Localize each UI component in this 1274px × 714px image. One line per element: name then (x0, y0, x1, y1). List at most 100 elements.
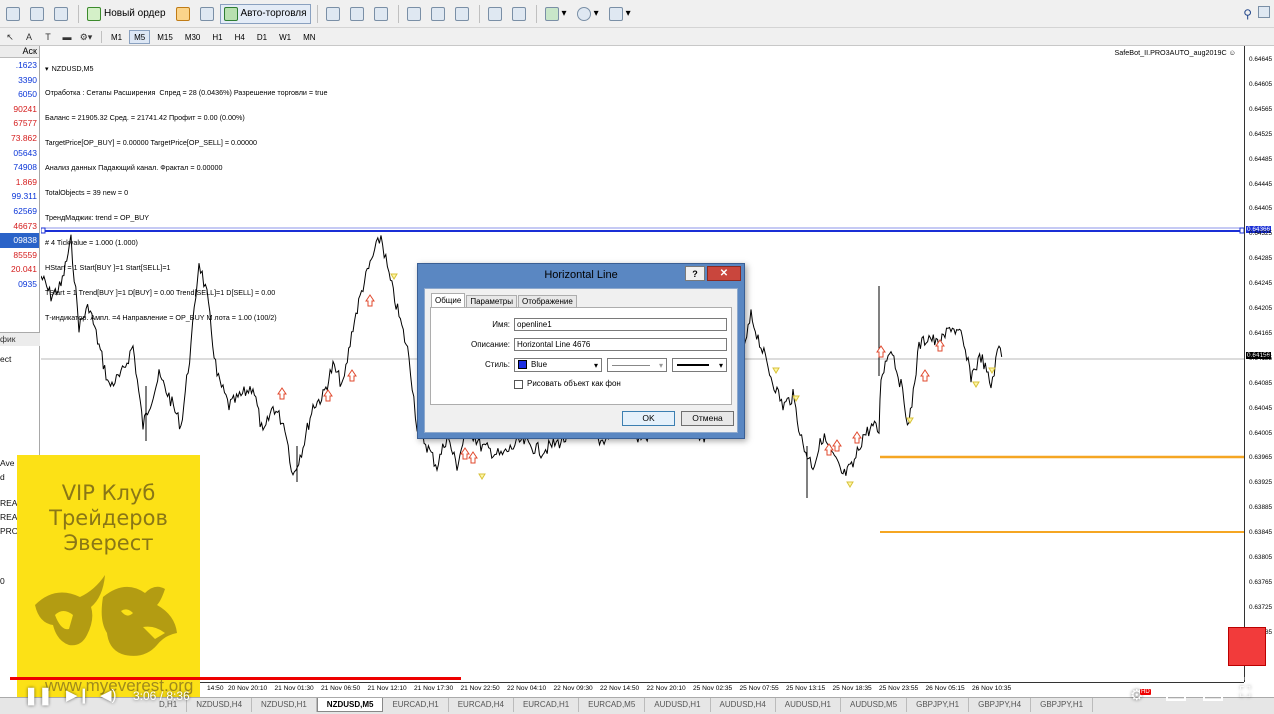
chart-tab[interactable]: NZDUSD,H1 (252, 698, 317, 712)
chart-tab[interactable]: EURCAD,M5 (579, 698, 646, 712)
ask-price[interactable]: 62569 (0, 204, 39, 219)
ask-price[interactable]: .1623 (0, 58, 39, 73)
chart-tab[interactable]: AUDUSD,H1 (776, 698, 841, 712)
line-width-select[interactable]: ▾ (672, 358, 727, 372)
price-scale[interactable]: 0.64645 0.64605 0.64565 0.64525 0.64485 0.644… (1244, 46, 1274, 682)
chart-tab[interactable]: EURCAD,H1 (514, 698, 580, 712)
timeframe-m1[interactable]: M1 (106, 30, 127, 44)
background-checkbox[interactable] (514, 380, 523, 389)
timeframe-m30[interactable]: M30 (180, 30, 206, 44)
search-icon[interactable]: ⚲ (1243, 7, 1252, 21)
chart-tab[interactable]: GBPJPY,H4 (969, 698, 1032, 712)
color-select[interactable]: Blue ▾ (514, 358, 602, 372)
autotrading-button[interactable]: Авто-торговля (219, 3, 311, 24)
chart-menu-icon[interactable]: ▾ (45, 64, 49, 73)
timeframe-mn[interactable]: MN (298, 30, 320, 44)
next-icon[interactable]: ▶❙ (66, 686, 90, 704)
timeframe-h4[interactable]: H4 (230, 30, 250, 44)
close-button[interactable]: ✕ (707, 266, 741, 281)
background-label: Рисовать объект как фон (527, 379, 621, 388)
ask-price[interactable]: 09838 (0, 233, 39, 248)
window-icon-button[interactable] (50, 4, 72, 24)
ask-price[interactable]: 6050 (0, 87, 39, 102)
ask-price[interactable]: 0935 (0, 277, 39, 292)
chart-tab[interactable]: EURCAD,H4 (449, 698, 514, 712)
ask-column-header[interactable]: Аск (0, 46, 39, 58)
ask-price[interactable]: 85559 (0, 248, 39, 263)
pause-icon[interactable]: ❚❚ (24, 686, 53, 706)
navigator-item[interactable]: 0 (0, 576, 5, 586)
timeframe-h1[interactable]: H1 (207, 30, 227, 44)
zoom-out-button[interactable] (427, 4, 449, 24)
trade-panel-widget[interactable] (1228, 627, 1266, 666)
description-field[interactable]: Horizontal Line 4676 (514, 338, 727, 351)
market-watch-tab-label[interactable]: фик (0, 334, 15, 344)
rectangle-icon[interactable]: ▬ (59, 30, 75, 44)
signals-button[interactable] (196, 4, 218, 24)
video-progress-bar[interactable] (10, 677, 1264, 680)
tile-button[interactable] (451, 4, 473, 24)
line-width-preview (677, 364, 709, 366)
ask-price[interactable]: 67577 (0, 116, 39, 131)
ask-price[interactable]: 3390 (0, 73, 39, 88)
autoscroll-button[interactable] (484, 4, 506, 24)
navigator-item[interactable]: REA (0, 512, 17, 522)
tab-general[interactable]: Общие (431, 293, 466, 308)
periods-button[interactable]: ▾ (573, 4, 603, 24)
chart-tab[interactable]: NZDUSD,H4 (187, 698, 253, 712)
navigator-item[interactable]: ect (0, 354, 11, 364)
cursor-icon[interactable]: ↖ (2, 30, 18, 44)
chart-tab[interactable]: GBPJPY,H1 (907, 698, 970, 712)
timeframe-m5[interactable]: M5 (129, 29, 151, 44)
text-tool[interactable]: A (21, 30, 37, 44)
chart-tab[interactable]: GBPJPY,H1 (1031, 698, 1094, 712)
bar-chart-button[interactable] (322, 4, 344, 24)
ask-price[interactable]: 90241 (0, 102, 39, 117)
ask-price[interactable]: 1.869 (0, 175, 39, 190)
line-chart-button[interactable] (370, 4, 392, 24)
ask-price[interactable]: 73.862 (0, 131, 39, 146)
menu-icon[interactable] (1258, 6, 1270, 18)
name-field[interactable]: openline1 (514, 318, 727, 331)
file-icon-button[interactable] (2, 4, 24, 24)
theater-mode-icon[interactable] (1203, 688, 1223, 701)
editor-button[interactable] (172, 4, 194, 24)
chart-tab[interactable]: AUDUSD,H1 (645, 698, 711, 712)
navigator-item[interactable]: REA (0, 498, 17, 508)
timeframe-d1[interactable]: D1 (252, 30, 272, 44)
ask-price[interactable]: 20.041 (0, 262, 39, 277)
templates-button[interactable]: ▾ (605, 4, 635, 24)
zoom-in-button[interactable] (403, 4, 425, 24)
navigator-item[interactable]: d (0, 472, 5, 482)
ask-price[interactable]: 05643 (0, 146, 39, 161)
time-label: 25 Nov 07:55 (739, 685, 779, 692)
timeframe-w1[interactable]: W1 (274, 30, 296, 44)
label-tool[interactable]: T (40, 30, 56, 44)
ok-button[interactable]: OK (622, 411, 675, 426)
arrow-marker (824, 443, 834, 456)
objects-icon[interactable]: ⚙▾ (78, 30, 94, 44)
line-style-select[interactable]: ▾ (607, 358, 667, 372)
new-order-button[interactable]: Новый ордер (83, 4, 170, 24)
profile-icon-button[interactable] (26, 4, 48, 24)
ask-price[interactable]: 99.311 (0, 189, 39, 204)
chart-tab[interactable]: AUDUSD,H4 (711, 698, 776, 712)
indicators-button[interactable]: ▾ (541, 4, 571, 24)
price-label: 0.64565 (1249, 105, 1273, 113)
chart-tab[interactable]: AUDUSD,M5 (841, 698, 908, 712)
chart-tab[interactable]: EURCAD,H1 (383, 698, 449, 712)
volume-icon[interactable]: ◀) (100, 686, 117, 704)
candle-chart-button[interactable] (346, 4, 368, 24)
navigator-item[interactable]: Ave (0, 458, 15, 468)
ask-price[interactable]: 74908 (0, 160, 39, 175)
miniplayer-icon[interactable] (1166, 688, 1186, 701)
timeframe-m15[interactable]: M15 (152, 30, 178, 44)
cancel-button[interactable]: Отмена (681, 411, 734, 426)
fullscreen-icon[interactable]: ⛶ (1240, 684, 1251, 701)
chart-shift-button[interactable] (508, 4, 530, 24)
chart-tab[interactable]: NZDUSD,M5 (316, 698, 384, 712)
help-button[interactable]: ? (685, 266, 705, 281)
info-line: ТрендМаджик: trend = OP_BUY (45, 212, 150, 222)
navigator-item[interactable]: PRO (0, 526, 18, 536)
ask-price[interactable]: 46673 (0, 219, 39, 234)
